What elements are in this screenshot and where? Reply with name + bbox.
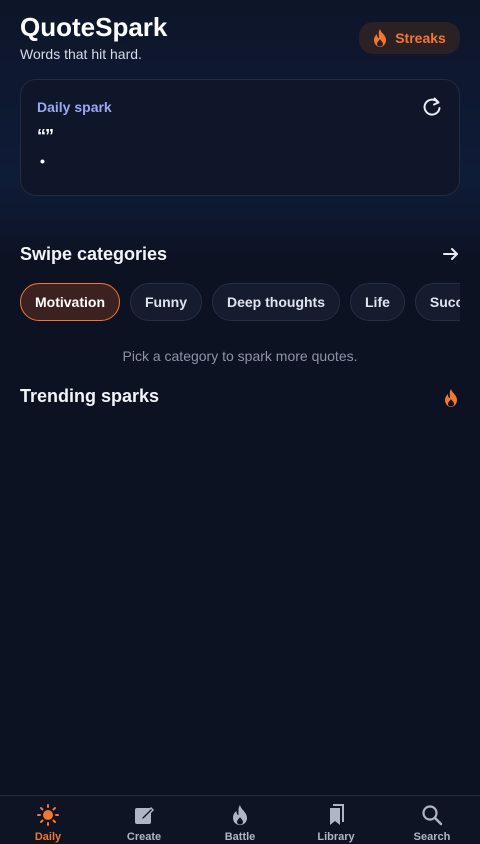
nav-label-library: Library: [317, 831, 355, 843]
nav-item-daily[interactable]: Daily: [0, 796, 96, 844]
category-chip-life[interactable]: Life: [350, 283, 405, 321]
category-chip-deep-thoughts[interactable]: Deep thoughts: [212, 283, 340, 321]
daily-spark-card: Daily spark “” •: [20, 79, 460, 196]
nav-label-search: Search: [413, 831, 451, 843]
streaks-label: Streaks: [395, 30, 446, 46]
category-chip-funny[interactable]: Funny: [130, 283, 202, 321]
trending-title: Trending sparks: [20, 386, 160, 406]
bookmarks-icon: [330, 804, 344, 825]
nav-item-library[interactable]: Library: [288, 796, 384, 844]
nav-item-battle[interactable]: Battle: [192, 796, 288, 844]
fire-icon: [374, 29, 387, 47]
fire-icon: [445, 389, 457, 407]
search-icon: [422, 805, 443, 826]
streaks-button[interactable]: Streaks: [359, 22, 460, 54]
refresh-icon[interactable]: [421, 96, 443, 118]
category-hint: Pick a category to spark more quotes.: [122, 348, 358, 364]
category-chip-success[interactable]: Success: [414, 283, 460, 321]
quote-text: “”: [37, 126, 54, 146]
categories-title: Swipe categories: [20, 244, 168, 264]
category-chips: Motivation Funny Deep thoughts LifeSuccess: [20, 283, 460, 321]
daily-spark-label: Daily spark: [37, 99, 112, 115]
nav-label-daily: Daily: [34, 831, 62, 843]
sun-icon: [37, 804, 59, 826]
nav-label-create: Create: [126, 831, 162, 843]
nav-label-battle: Battle: [224, 831, 256, 843]
nav-item-search[interactable]: Search: [384, 796, 480, 844]
bottom-nav: Daily Create Battle Library Search: [0, 795, 480, 844]
quote-author: •: [40, 153, 45, 169]
fire-icon: [233, 805, 247, 825]
nav-item-create[interactable]: Create: [96, 796, 192, 844]
arrow-right-icon[interactable]: [442, 245, 460, 263]
app-header: QuoteSpark Words that hit hard. Streaks: [20, 12, 460, 68]
edit-icon: [135, 806, 155, 824]
category-chip-motivation[interactable]: Motivation: [20, 283, 120, 321]
